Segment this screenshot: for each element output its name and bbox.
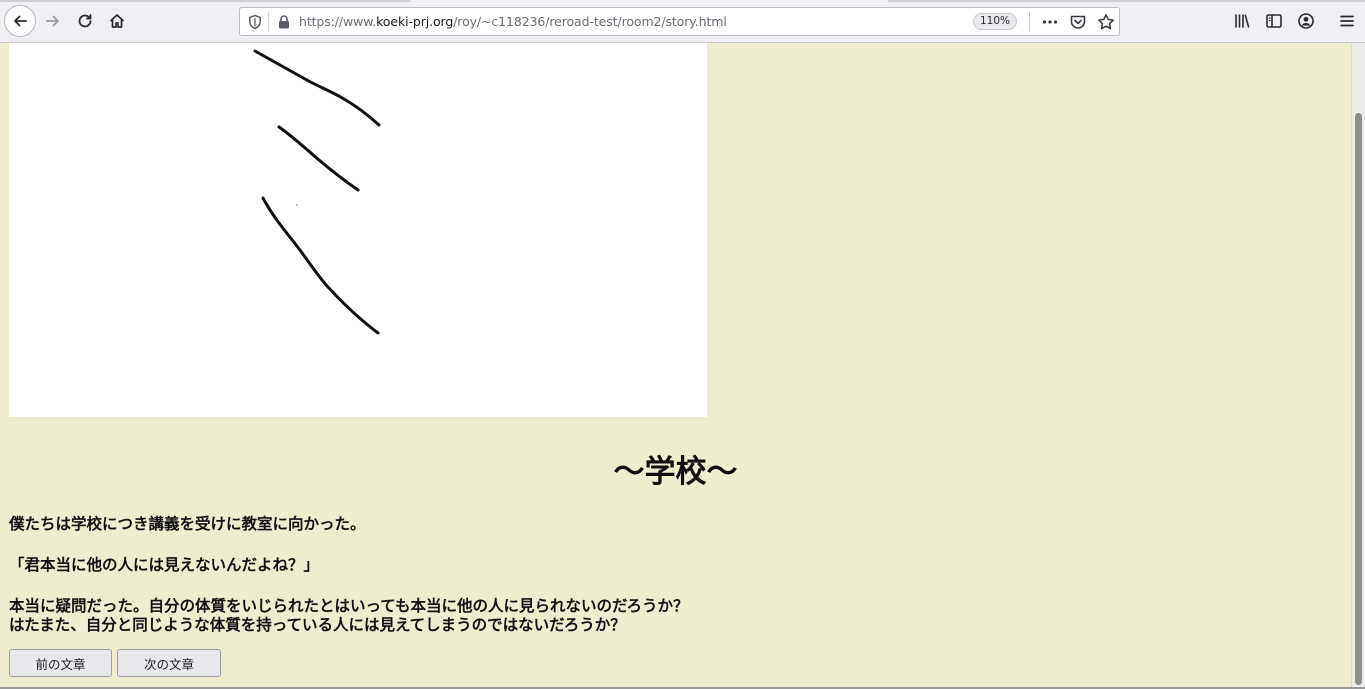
library-icon [1235,14,1250,28]
bookmark-button[interactable] [1097,13,1115,31]
url-path: /roy/~c118236/reroad-test/room2/story.ht… [453,14,727,29]
vertical-scrollbar[interactable] [1351,43,1365,689]
browser-toolbar: https://www.koeki-prj.org/roy/~c118236/r… [0,0,1365,43]
back-arrow-icon [14,15,27,27]
pocket-icon [1070,15,1086,29]
account-button[interactable] [1297,12,1315,30]
story-paragraph: 僕たちは学校につき講義を受けに教室に向かった。 [9,515,366,533]
hamburger-menu-icon [1340,15,1354,27]
address-bar[interactable]: https://www.koeki-prj.org/roy/~c118236/r… [239,7,1120,36]
reload-icon [78,14,92,28]
reload-button[interactable] [70,6,100,36]
story-title: ～学校～ [613,454,738,490]
url-prefix: https://www. [299,14,377,29]
zoom-level-badge[interactable]: 110% [973,13,1017,30]
story-dialogue: 「君本当に他の人には見えないんだよね？」 [9,556,320,574]
account-icon [1298,13,1314,29]
url-text[interactable]: https://www.koeki-prj.org/roy/~c118236/r… [299,14,727,29]
bookmark-star-icon [1098,14,1114,30]
story-paragraph: はたまた、自分と同じような体質を持っている人には見えてしまうのではないだろうか？ [9,616,626,634]
forward-button[interactable] [38,6,68,36]
scrollbar-thumb[interactable] [1355,113,1362,685]
more-actions-button[interactable] [1041,13,1059,31]
pocket-button[interactable] [1069,13,1087,31]
next-text-button[interactable]: 次の文章 [117,649,221,677]
tab-strip-edge [888,0,1365,2]
library-button[interactable] [1233,12,1251,30]
tab-strip-edge [0,0,410,2]
more-actions-icon [1042,20,1058,24]
url-domain: koeki-prj.org [376,14,454,29]
story-illustration [9,43,707,417]
forward-arrow-icon [46,15,59,27]
sidebar-icon [1266,14,1282,28]
story-page: ～学校～ 僕たちは学校につき講義を受けに教室に向かった。 「君本当に他の人には見… [0,43,1351,689]
back-button[interactable] [4,5,36,37]
home-button[interactable] [102,6,132,36]
app-menu-button[interactable] [1338,12,1356,30]
sidebar-button[interactable] [1265,12,1283,30]
lock-icon[interactable] [276,14,292,30]
shield-icon[interactable] [247,14,263,30]
url-divider [1029,12,1030,32]
home-icon [109,14,125,28]
url-divider [268,12,269,32]
prev-text-button[interactable]: 前の文章 [9,649,112,677]
hand-drawn-strokes-image [253,49,381,335]
